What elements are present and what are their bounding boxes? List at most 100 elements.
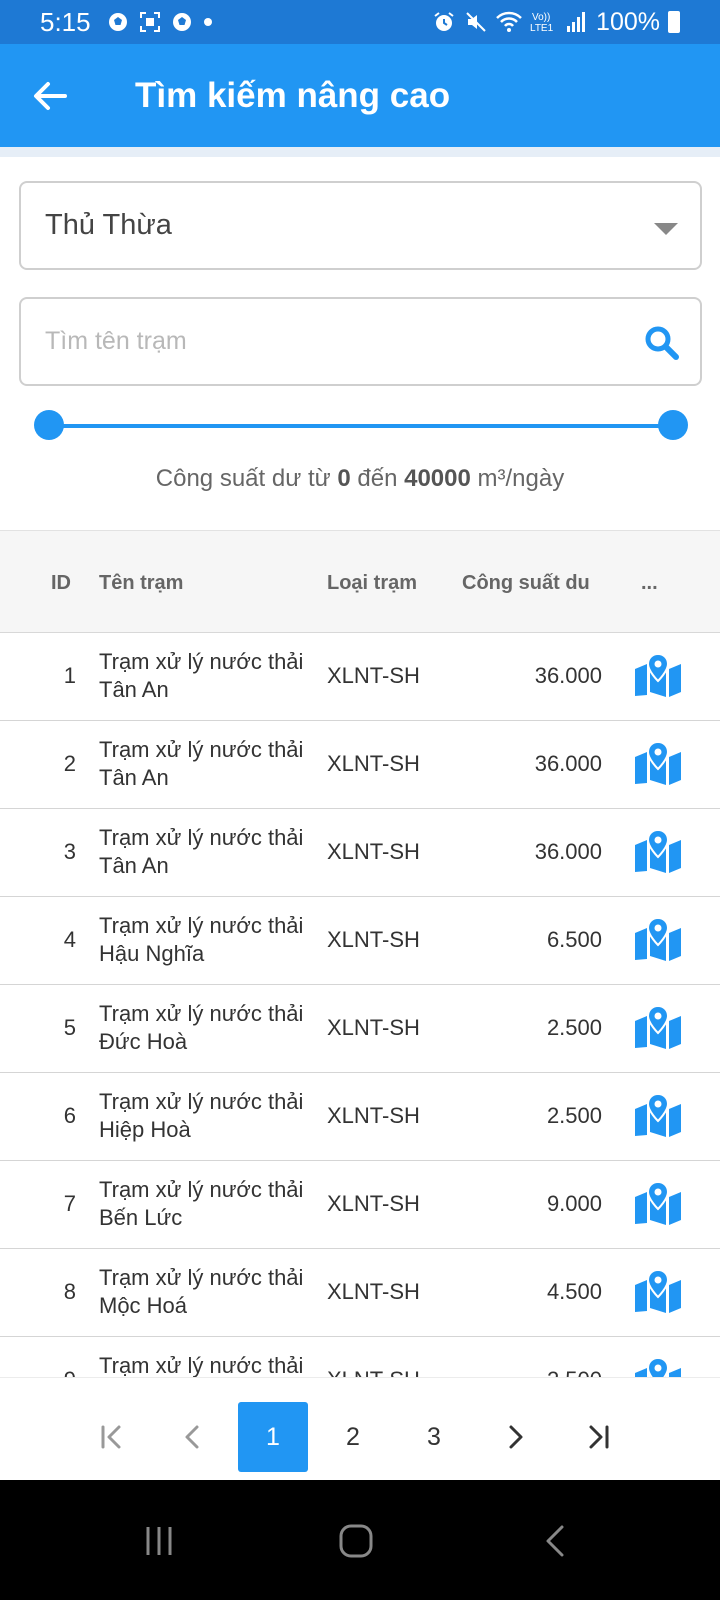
table-row[interactable]: 7 Trạm xử lý nước thải Bến Lức XLNT-SH 9.000: [0, 1161, 720, 1249]
map-pin-icon[interactable]: [634, 916, 682, 961]
map-pin-icon[interactable]: [634, 1268, 682, 1313]
search-button[interactable]: [642, 323, 682, 363]
app-bar: Tìm kiếm nâng cao: [0, 44, 720, 147]
table-row[interactable]: 8 Trạm xử lý nước thải Mộc Hoá XLNT-SH 4.500: [0, 1249, 720, 1337]
row-capacity: 6.500: [546, 927, 602, 952]
row-capacity: 2.500: [546, 1015, 602, 1040]
row-station-type: XLNT-SH: [327, 1103, 420, 1128]
system-back-button[interactable]: [525, 1516, 585, 1566]
prev-page-button[interactable]: [158, 1402, 228, 1472]
home-button[interactable]: [326, 1516, 386, 1566]
capacity-range-slider[interactable]: [34, 410, 688, 442]
row-capacity: 36.000: [534, 663, 602, 688]
last-page-button[interactable]: [563, 1402, 633, 1472]
page-button-3[interactable]: 3: [399, 1402, 469, 1472]
row-capacity: 36.000: [534, 839, 602, 864]
status-time: 5:15: [40, 6, 91, 37]
dropdown-caret-icon: [654, 223, 678, 235]
row-station-name: Trạm xử lý nước thải Hậu Nghĩa: [99, 912, 324, 968]
row-station-name: Trạm xử lý nước thải Bến Lức: [99, 1176, 324, 1232]
svg-text:Vo)): Vo)): [532, 12, 550, 23]
station-search-input[interactable]: [45, 327, 605, 356]
row-id: 1: [63, 663, 76, 688]
column-header-name[interactable]: Tên trạm: [99, 572, 183, 595]
table-row[interactable]: 9 Trạm xử lý nước thải XLNT-SH 2.500: [0, 1337, 720, 1377]
page-button-2[interactable]: 2: [318, 1402, 388, 1472]
row-station-name: Trạm xử lý nước thải Tân An: [99, 648, 324, 704]
column-header-id[interactable]: ID: [51, 572, 71, 595]
prev-page-icon: [185, 1425, 199, 1449]
row-station-type: XLNT-SH: [327, 1015, 420, 1040]
arrow-left-icon: [34, 81, 67, 110]
map-pin-icon[interactable]: [634, 1356, 682, 1377]
row-station-name: Trạm xử lý nước thải Tân An: [99, 736, 324, 792]
slider-min-handle[interactable]: [34, 410, 64, 440]
search-icon: [645, 326, 679, 360]
svg-text:LTE1: LTE1: [530, 23, 554, 34]
column-header-capacity[interactable]: Công suất du: [462, 572, 590, 595]
next-page-button[interactable]: [480, 1402, 550, 1472]
last-page-icon: [589, 1425, 609, 1449]
range-max-value: 40000: [404, 465, 471, 492]
back-button[interactable]: [0, 44, 100, 147]
row-station-name-line1: Trạm xử lý nước thải: [99, 1265, 304, 1290]
district-select-value: Thủ Thừa: [45, 209, 172, 241]
signal-icon: [567, 12, 586, 32]
table-row[interactable]: 4 Trạm xử lý nước thải Hậu Nghĩa XLNT-SH 6.5…: [0, 897, 720, 985]
first-page-button[interactable]: [77, 1402, 147, 1472]
battery-icon: [668, 11, 680, 33]
range-label-prefix: Công suất dư từ: [155, 465, 331, 492]
row-station-type: XLNT-SH: [327, 1279, 420, 1304]
range-min-value: 0: [337, 465, 351, 492]
page-button-1[interactable]: 1: [238, 1402, 308, 1472]
row-capacity: 4.500: [546, 1279, 602, 1304]
map-pin-icon[interactable]: [634, 1092, 682, 1137]
recents-icon: [146, 1527, 172, 1555]
row-station-name-line2: Tân An: [99, 765, 169, 790]
soccer-ball-icon: [108, 13, 127, 31]
first-page-icon: [101, 1425, 121, 1449]
alarm-icon: [434, 12, 454, 31]
range-unit: m³/ngày: [477, 465, 565, 492]
volte-icon: Vo))LTE1: [530, 12, 554, 34]
table-row[interactable]: 2 Trạm xử lý nước thải Tân An XLNT-SH 36.000: [0, 721, 720, 809]
slider-max-handle[interactable]: [658, 410, 688, 440]
column-header-type[interactable]: Loại trạm: [327, 572, 417, 595]
station-table-body: 1 Trạm xử lý nước thải Tân An XLNT-SH 36.000…: [0, 633, 720, 1377]
map-pin-icon[interactable]: [634, 740, 682, 785]
page-title: Tìm kiếm nâng cao: [135, 75, 451, 115]
battery-percent: 100%: [596, 7, 660, 36]
map-pin-icon[interactable]: [634, 1180, 682, 1225]
table-row[interactable]: 5 Trạm xử lý nước thải Đức Hoà XLNT-SH 2.500: [0, 985, 720, 1073]
table-header: ID Tên trạm Loại trạm Công suất du ...: [0, 530, 720, 633]
row-station-name-line2: Tân An: [99, 853, 169, 878]
row-station-name: Trạm xử lý nước thải: [99, 1352, 324, 1377]
recents-button[interactable]: [129, 1516, 189, 1566]
row-station-type: XLNT-SH: [327, 1367, 420, 1377]
table-row[interactable]: 1 Trạm xử lý nước thải Tân An XLNT-SH 36.000: [0, 633, 720, 721]
home-icon: [339, 1524, 373, 1558]
wifi-icon: [496, 11, 522, 32]
row-station-name-line2: Hậu Nghĩa: [99, 941, 205, 966]
row-station-type: XLNT-SH: [327, 839, 420, 864]
next-page-icon: [509, 1425, 523, 1449]
row-station-type: XLNT-SH: [327, 1191, 420, 1216]
row-station-name-line2: Mộc Hoá: [99, 1293, 188, 1318]
pagination: 1 2 3: [0, 1377, 720, 1480]
row-id: 2: [63, 751, 76, 776]
row-station-name-line1: Trạm xử lý nước thải: [99, 649, 304, 674]
row-station-name: Trạm xử lý nước thải Mộc Hoá: [99, 1264, 324, 1320]
row-id: 6: [63, 1103, 76, 1128]
slider-track: [48, 424, 674, 428]
map-pin-icon[interactable]: [634, 1004, 682, 1049]
table-row[interactable]: 6 Trạm xử lý nước thải Hiệp Hoà XLNT-SH 2.50…: [0, 1073, 720, 1161]
table-row[interactable]: 3 Trạm xử lý nước thải Tân An XLNT-SH 36.000: [0, 809, 720, 897]
row-station-type: XLNT-SH: [327, 927, 420, 952]
station-search-box: [19, 297, 702, 386]
chevron-left-icon: [546, 1525, 564, 1557]
district-select[interactable]: Thủ Thừa: [19, 181, 702, 270]
map-pin-icon[interactable]: [634, 828, 682, 873]
map-pin-icon[interactable]: [634, 652, 682, 697]
row-station-name-line1: Trạm xử lý nước thải: [99, 913, 304, 938]
row-id: 7: [63, 1191, 76, 1216]
